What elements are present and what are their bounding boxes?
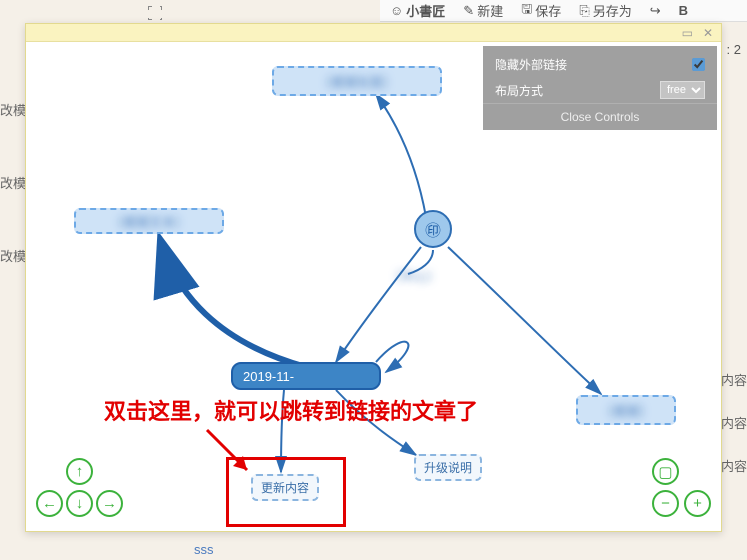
node-left[interactable]: （模糊文本） (74, 208, 224, 234)
zoom-out-button[interactable]: − (652, 490, 679, 517)
bold-icon[interactable]: B (679, 3, 688, 18)
nav-right-button[interactable]: → (96, 490, 123, 517)
bg-right-item: 内容 (721, 413, 747, 432)
close-controls-button[interactable]: Close Controls (483, 103, 717, 130)
zoom-in-button[interactable]: + (684, 490, 711, 517)
node-upgrade[interactable]: 升级说明 (414, 454, 482, 481)
layout-select[interactable]: free (660, 81, 705, 99)
nav-down-button[interactable]: ↓ (66, 490, 93, 517)
redo-icon[interactable]: ↪ (650, 3, 661, 19)
layout-label: 布局方式 (495, 82, 543, 99)
brand-label: ☺ 小書匠 (390, 1, 445, 20)
panel-titlebar: ▭ ✕ (26, 24, 721, 42)
new-button[interactable]: ✎ 新建 (463, 1, 503, 20)
annotation-text: 双击这里，就可以跳转到链接的文章了 (104, 394, 478, 426)
node-center-label: （中心） (364, 264, 464, 286)
node-top[interactable]: （模糊标题） (272, 66, 442, 96)
background-toolbar: ☺ 小書匠 ✎ 新建 🖫 保存 ⎘ 另存为 ↪ B (380, 0, 747, 22)
fit-button[interactable]: ▢ (652, 458, 679, 485)
center-glyph-icon: ㊞ (425, 217, 441, 241)
saveas-button[interactable]: ⎘ 另存为 (579, 1, 631, 20)
page-hint: : 2 (727, 42, 741, 57)
annotation-highlight-box (226, 457, 346, 527)
bg-right-item: 内容 (721, 456, 747, 475)
node-center-circle[interactable]: ㊞ (414, 210, 452, 248)
mindmap-panel: ▭ ✕ (25, 23, 722, 532)
bg-right-item: 内容 (721, 370, 747, 389)
fullscreen-icon[interactable] (148, 6, 162, 20)
hide-ext-links-label: 隐藏外部链接 (495, 56, 567, 73)
node-rightcard[interactable]: （模糊） (576, 395, 676, 425)
hide-ext-links-checkbox[interactable] (692, 58, 705, 71)
maximize-icon[interactable]: ▭ (682, 26, 693, 40)
close-icon[interactable]: ✕ (703, 26, 713, 40)
controls-panel: 隐藏外部链接 布局方式 free Close Controls (483, 46, 717, 130)
node-date[interactable]: 2019-11- (231, 362, 381, 390)
background-footer-link[interactable]: sss (194, 542, 214, 557)
background-right: 内容 内容 内容 (721, 370, 747, 499)
save-button[interactable]: 🖫 保存 (521, 0, 561, 22)
nav-left-button[interactable]: ← (36, 490, 63, 517)
nav-up-button[interactable]: ↑ (66, 458, 93, 485)
panel-body: （模糊标题） （模糊文本） ㊞ （中心） 2019-11- 更新内容 升级说明 … (26, 42, 721, 531)
